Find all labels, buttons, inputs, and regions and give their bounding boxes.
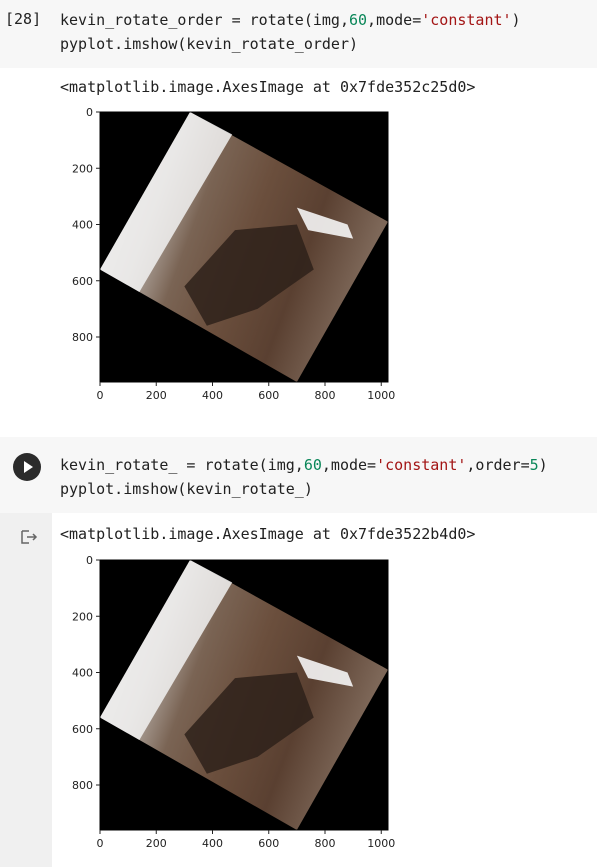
x-tick-label: 400 — [202, 837, 223, 850]
y-tick-label: 0 — [86, 106, 93, 119]
image-plot-2: 0 200 400 600 800 1000 0 200 400 600 800 — [40, 548, 420, 858]
output-text: <matplotlib.image.AxesImage at 0x7fde352… — [60, 78, 476, 96]
output-arrow-icon[interactable] — [20, 529, 38, 545]
y-tick-label: 200 — [72, 162, 93, 175]
y-tick-label: 600 — [72, 723, 93, 736]
plot-svg: 0 200 400 600 800 1000 0 200 400 600 800 — [72, 106, 395, 402]
x-tick-label: 200 — [146, 389, 167, 402]
x-tick-label: 800 — [315, 389, 336, 402]
x-tick-label: 200 — [146, 837, 167, 850]
output-text: <matplotlib.image.AxesImage at 0x7fde352… — [60, 525, 476, 543]
code-line-1: kevin_rotate_ = rotate(img,60,mode='cons… — [60, 456, 548, 474]
y-tick-label: 400 — [72, 219, 93, 232]
y-tick-label: 600 — [72, 275, 93, 288]
code-line-1: kevin_rotate_order = rotate(img,60,mode=… — [60, 11, 521, 29]
x-tick-label: 1000 — [367, 389, 395, 402]
code-line-2: pyplot.imshow(kevin_rotate_) — [60, 480, 313, 498]
x-tick-label: 800 — [315, 837, 336, 850]
x-tick-label: 1000 — [367, 837, 395, 850]
code-editor[interactable]: kevin_rotate_ = rotate(img,60,mode='cons… — [60, 453, 548, 501]
code-cell-2[interactable]: kevin_rotate_ = rotate(img,60,mode='cons… — [0, 437, 597, 513]
x-tick-label: 0 — [97, 837, 104, 850]
y-tick-label: 0 — [86, 554, 93, 567]
y-tick-label: 200 — [72, 610, 93, 623]
run-cell-button[interactable] — [13, 453, 41, 481]
execution-count: [28] — [5, 10, 42, 28]
y-tick-label: 400 — [72, 667, 93, 680]
plot-svg: 0 200 400 600 800 1000 0 200 400 600 800 — [72, 554, 395, 850]
x-tick-label: 600 — [258, 837, 279, 850]
code-line-2: pyplot.imshow(kevin_rotate_order) — [60, 35, 359, 53]
code-cell-1[interactable]: [28] kevin_rotate_order = rotate(img,60,… — [0, 0, 597, 68]
y-tick-label: 800 — [72, 779, 93, 792]
x-tick-label: 400 — [202, 389, 223, 402]
code-editor[interactable]: kevin_rotate_order = rotate(img,60,mode=… — [60, 8, 521, 56]
image-plot-1: 0 200 400 600 800 1000 0 200 400 600 800 — [40, 100, 420, 410]
x-tick-label: 0 — [97, 389, 104, 402]
y-tick-label: 800 — [72, 331, 93, 344]
x-tick-label: 600 — [258, 389, 279, 402]
